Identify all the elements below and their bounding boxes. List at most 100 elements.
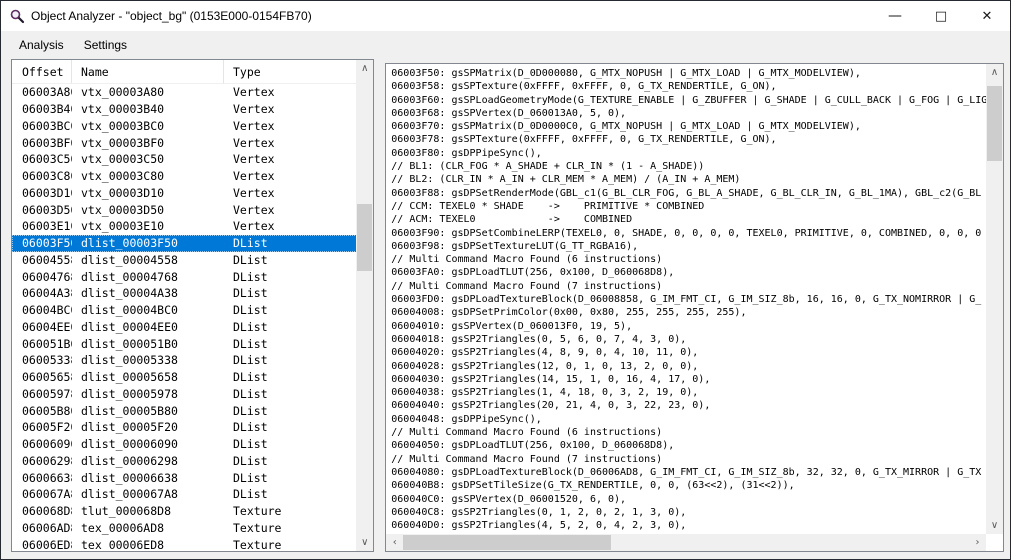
code-line: 06004030: gsSP2Triangles(14, 15, 1, 0, 1… — [391, 373, 986, 386]
table-row[interactable]: 06005978dlist_00005978DList — [12, 386, 359, 403]
table-row[interactable]: 06003A80vtx_00003A80Vertex — [12, 84, 359, 101]
table-row[interactable]: 06004558dlist_00004558DList — [12, 252, 359, 269]
cell-name: dlist_00005338 — [72, 352, 224, 369]
cell-type: Vertex — [224, 151, 357, 168]
scroll-left-icon[interactable]: ‹ — [386, 534, 403, 551]
table-row[interactable]: 06003D10vtx_00003D10Vertex — [12, 185, 359, 202]
table-row[interactable]: 06003E10vtx_00003E10Vertex — [12, 218, 359, 235]
code-vertical-scrollbar[interactable]: ∧ ∨ — [986, 64, 1003, 534]
close-button[interactable]: ✕ — [964, 1, 1010, 31]
cell-name: dlist_000067A8 — [72, 486, 224, 503]
table-row[interactable]: 06006090dlist_00006090DList — [12, 436, 359, 453]
cell-offset: 06003D50 — [12, 201, 72, 218]
cell-type: DList — [224, 453, 357, 470]
table-row[interactable]: 06003BF0vtx_00003BF0Vertex — [12, 134, 359, 151]
cell-type: DList — [224, 335, 357, 352]
code-line: // ACM: TEXEL0 -> COMBINED — [391, 213, 986, 226]
column-header-offset[interactable]: Offset — [12, 60, 72, 84]
cell-type: DList — [224, 268, 357, 285]
code-line: 06004080: gsDPLoadTextureBlock(D_06006AD… — [391, 466, 986, 479]
scroll-right-icon[interactable]: › — [969, 534, 986, 551]
cell-type: DList — [224, 402, 357, 419]
code-line: 06003F60: gsSPLoadGeometryMode(G_TEXTURE… — [391, 94, 986, 107]
cell-offset: 06006638 — [12, 469, 72, 486]
cell-name: tex_00006ED8 — [72, 536, 224, 552]
table-row[interactable]: 06005F20dlist_00005F20DList — [12, 419, 359, 436]
disassembly-panel: 06003F50: gsSPMatrix(D_0D000080, G_MTX_N… — [385, 63, 1004, 552]
cell-offset: 06005658 — [12, 369, 72, 386]
cell-name: dlist_00004EE0 — [72, 319, 224, 336]
code-view[interactable]: 06003F50: gsSPMatrix(D_0D000080, G_MTX_N… — [386, 64, 986, 534]
cell-name: dlist_00004558 — [72, 252, 224, 269]
cell-offset: 06005338 — [12, 352, 72, 369]
magnifier-app-icon — [9, 8, 25, 24]
titlebar[interactable]: Object Analyzer - "object_bg" (0153E000-… — [1, 1, 1010, 31]
table-row[interactable]: 06006638dlist_00006638DList — [12, 469, 359, 486]
code-line: 060040C8: gsSP2Triangles(0, 1, 2, 0, 2, … — [391, 506, 986, 519]
table-row[interactable]: 06003D50vtx_00003D50Vertex — [12, 201, 359, 218]
table-row[interactable]: 06003B40vtx_00003B40Vertex — [12, 101, 359, 118]
code-line: 06003FD0: gsDPLoadTextureBlock(D_0600885… — [391, 293, 986, 306]
scrollbar-thumb[interactable] — [357, 204, 372, 271]
scroll-up-icon[interactable]: ∧ — [986, 64, 1003, 81]
cell-offset: 06005978 — [12, 386, 72, 403]
table-row[interactable]: 060067A8dlist_000067A8DList — [12, 486, 359, 503]
minimize-button[interactable]: — — [872, 1, 918, 31]
table-row[interactable]: 060068D8tlut_000068D8Texture — [12, 503, 359, 520]
table-row[interactable]: 06005658dlist_00005658DList — [12, 369, 359, 386]
cell-type: DList — [224, 386, 357, 403]
table-row[interactable]: 06003BC0vtx_00003BC0Vertex — [12, 118, 359, 135]
table-row[interactable]: 06003F50dlist_00003F50DList — [12, 235, 359, 252]
cell-offset: 06004768 — [12, 268, 72, 285]
cell-type: DList — [224, 319, 357, 336]
table-row[interactable]: 06006298dlist_00006298DList — [12, 453, 359, 470]
menu-analysis[interactable]: Analysis — [9, 34, 74, 56]
cell-offset: 06005B80 — [12, 402, 72, 419]
maximize-button[interactable]: □ — [918, 1, 964, 31]
scrollbar-thumb[interactable] — [987, 86, 1002, 161]
cell-name: vtx_00003BF0 — [72, 134, 224, 151]
table-row[interactable]: 06003C50vtx_00003C50Vertex — [12, 151, 359, 168]
column-header-name[interactable]: Name — [72, 60, 224, 84]
table-row[interactable]: 06005B80dlist_00005B80DList — [12, 402, 359, 419]
cell-type: DList — [224, 285, 357, 302]
cell-name: vtx_00003D50 — [72, 201, 224, 218]
menu-settings[interactable]: Settings — [74, 34, 137, 56]
table-row[interactable]: 06003C80vtx_00003C80Vertex — [12, 168, 359, 185]
scroll-up-icon[interactable]: ∧ — [356, 60, 373, 77]
column-header-type[interactable]: Type — [224, 60, 357, 84]
content-area: Offset Name Type 06003A80vtx_00003A80Ver… — [1, 58, 1010, 552]
cell-offset: 06004EE0 — [12, 319, 72, 336]
code-line: 06003F70: gsSPMatrix(D_0D0000C0, G_MTX_N… — [391, 120, 986, 133]
cell-offset: 06003C50 — [12, 151, 72, 168]
cell-type: DList — [224, 302, 357, 319]
scroll-down-icon[interactable]: ∨ — [356, 534, 373, 551]
scrollbar-thumb[interactable] — [403, 535, 611, 550]
cell-type: Texture — [224, 520, 357, 537]
cell-offset: 06003F50 — [12, 235, 72, 252]
table-row[interactable]: 06004EE0dlist_00004EE0DList — [12, 319, 359, 336]
cell-type: Vertex — [224, 201, 357, 218]
code-line: 06004020: gsSP2Triangles(4, 8, 9, 0, 4, … — [391, 346, 986, 359]
cell-type: Vertex — [224, 168, 357, 185]
code-line: 060040C0: gsSPVertex(D_06001520, 6, 0), — [391, 493, 986, 506]
table-row[interactable]: 06006AD8tex_00006AD8Texture — [12, 520, 359, 537]
table-row[interactable]: 06006ED8tex_00006ED8Texture — [12, 536, 359, 552]
code-line: 06003F50: gsSPMatrix(D_0D000080, G_MTX_N… — [391, 67, 986, 80]
table-row[interactable]: 06005338dlist_00005338DList — [12, 352, 359, 369]
table-row[interactable]: 06004BC0dlist_00004BC0DList — [12, 302, 359, 319]
code-line: 06003FA0: gsDPLoadTLUT(256, 0x100, D_060… — [391, 266, 986, 279]
code-line: // Multi Command Macro Found (7 instruct… — [391, 453, 986, 466]
code-line: // CCM: TEXEL0 * SHADE -> PRIMITIVE * CO… — [391, 200, 986, 213]
list-vertical-scrollbar[interactable]: ∧ ∨ — [356, 60, 373, 551]
table-row[interactable]: 060051B0dlist_000051B0DList — [12, 335, 359, 352]
cell-type: DList — [224, 369, 357, 386]
scroll-down-icon[interactable]: ∨ — [986, 517, 1003, 534]
cell-type: Vertex — [224, 84, 357, 101]
code-line: 06003F80: gsDPPipeSync(), — [391, 147, 986, 160]
table-row[interactable]: 06004A38dlist_00004A38DList — [12, 285, 359, 302]
table-row[interactable]: 06004768dlist_00004768DList — [12, 268, 359, 285]
cell-name: dlist_00006090 — [72, 436, 224, 453]
code-horizontal-scrollbar[interactable]: ‹ › — [386, 534, 986, 551]
cell-offset: 060068D8 — [12, 503, 72, 520]
